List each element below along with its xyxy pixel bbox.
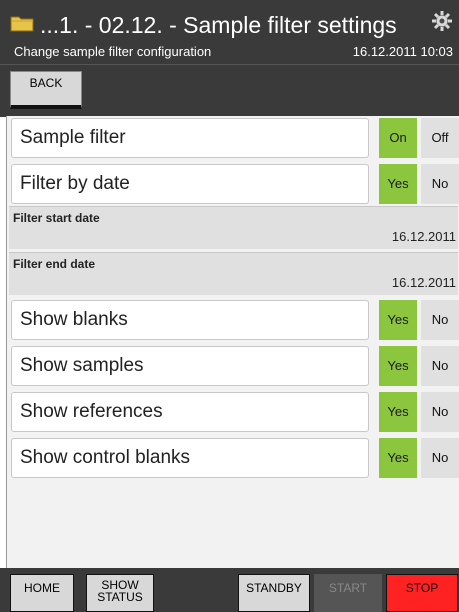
bottom-bar: HOME SHOW STATUS STANDBY START STOP <box>0 568 459 612</box>
sample-filter-off-button[interactable]: Off <box>421 118 459 158</box>
show-control-blanks-yes-button[interactable]: Yes <box>379 438 417 478</box>
filter-start-date-value: 16.12.2011 <box>391 229 456 244</box>
filter-end-date-label: Filter end date <box>13 257 96 271</box>
datetime-display: 16.12.2011 10:03 <box>352 44 453 59</box>
row-show-samples: Show samples Yes No <box>9 344 459 388</box>
title-bar: ...1. - 02.12. - Sample filter settings … <box>0 0 459 64</box>
filter-start-date-row[interactable]: Filter start date 16.12.2011 <box>9 206 458 249</box>
back-button[interactable]: BACK <box>10 71 82 109</box>
row-show-control-blanks: Show control blanks Yes No <box>9 436 459 480</box>
show-blanks-no-button[interactable]: No <box>421 300 459 340</box>
row-sample-filter: Sample filter On Off <box>9 116 459 160</box>
show-references-yes-button[interactable]: Yes <box>379 392 417 432</box>
show-control-blanks-label: Show control blanks <box>11 438 369 478</box>
show-control-blanks-no-button[interactable]: No <box>421 438 459 478</box>
filter-by-date-label: Filter by date <box>11 164 369 204</box>
standby-button[interactable]: STANDBY <box>238 574 310 612</box>
show-status-button[interactable]: SHOW STATUS <box>86 574 154 612</box>
screen: ...1. - 02.12. - Sample filter settings … <box>0 0 459 612</box>
settings-panel: Sample filter On Off Filter by date Yes … <box>6 116 459 568</box>
show-status-line2: STATUS <box>97 590 143 604</box>
show-samples-no-button[interactable]: No <box>421 346 459 386</box>
start-button: START <box>314 574 382 612</box>
filter-end-date-value: 16.12.2011 <box>391 275 456 290</box>
toolbar: BACK <box>0 64 459 117</box>
sample-filter-label: Sample filter <box>11 118 369 158</box>
show-samples-label: Show samples <box>11 346 369 386</box>
gear-icon[interactable] <box>431 10 453 32</box>
title-row: ...1. - 02.12. - Sample filter settings <box>0 4 459 44</box>
show-samples-yes-button[interactable]: Yes <box>379 346 417 386</box>
show-blanks-label: Show blanks <box>11 300 369 340</box>
row-show-references: Show references Yes No <box>9 390 459 434</box>
filter-start-date-label: Filter start date <box>13 211 100 225</box>
row-show-blanks: Show blanks Yes No <box>9 298 459 342</box>
home-button[interactable]: HOME <box>10 574 74 612</box>
page-subtitle: Change sample filter configuration <box>14 44 212 59</box>
show-blanks-yes-button[interactable]: Yes <box>379 300 417 340</box>
folder-icon <box>10 16 34 32</box>
row-filter-by-date: Filter by date Yes No <box>9 162 459 206</box>
sample-filter-on-button[interactable]: On <box>379 118 417 158</box>
stop-button[interactable]: STOP <box>386 574 458 612</box>
show-references-label: Show references <box>11 392 369 432</box>
show-references-no-button[interactable]: No <box>421 392 459 432</box>
filter-by-date-yes-button[interactable]: Yes <box>379 164 417 204</box>
filter-end-date-row[interactable]: Filter end date 16.12.2011 <box>9 252 458 295</box>
filter-by-date-no-button[interactable]: No <box>421 164 459 204</box>
page-title: ...1. - 02.12. - Sample filter settings <box>40 12 397 38</box>
